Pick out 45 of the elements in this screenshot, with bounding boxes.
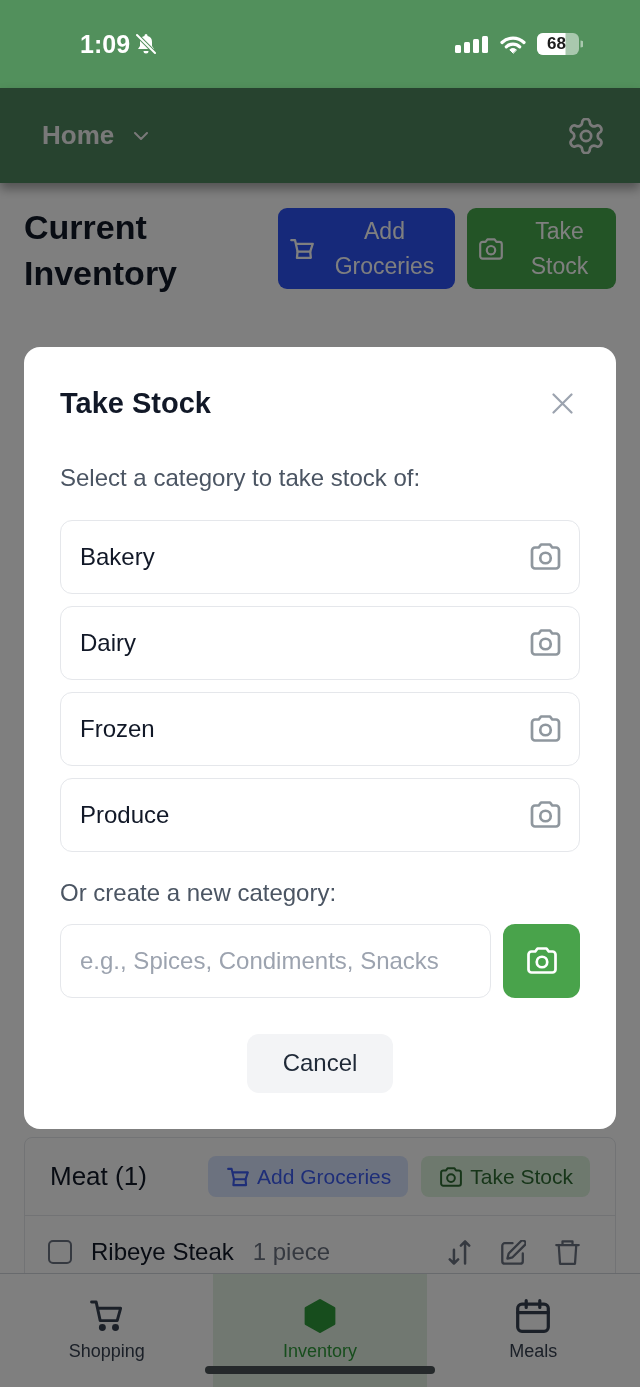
nav-tab[interactable]: Inventory (213, 1274, 427, 1387)
wifi-icon (500, 34, 526, 54)
close-icon[interactable] (552, 393, 573, 414)
category-title: Meat (1) (50, 1161, 147, 1192)
camera-icon (440, 1166, 463, 1187)
camera-icon (530, 801, 561, 828)
edit-icon[interactable] (501, 1240, 526, 1265)
camera-icon (530, 715, 561, 742)
status-time: 1:09 (80, 29, 131, 59)
new-category-input[interactable]: e.g., Spices, Condiments, Snacks (60, 923, 491, 998)
page-title: Current Inventory (24, 207, 179, 294)
add-groceries-button[interactable]: Add Groceries (208, 1156, 409, 1197)
item-quantity: 1 piece (252, 1240, 331, 1264)
camera-button[interactable] (503, 923, 580, 998)
hexagon-icon (303, 1299, 337, 1333)
calendar-icon (516, 1299, 551, 1333)
cart-icon (89, 1299, 124, 1333)
bell-slash-icon (136, 33, 157, 55)
signal-icon (455, 35, 489, 53)
camera-icon (526, 947, 557, 974)
category-option[interactable]: Frozen (60, 691, 580, 766)
battery-icon (537, 33, 583, 55)
chevron-down-icon (134, 131, 149, 140)
take-stock-button[interactable]: Take Stock (467, 208, 616, 289)
sort-icon[interactable] (447, 1240, 472, 1265)
cancel-button[interactable]: Cancel (246, 1033, 394, 1093)
cart-icon (227, 1166, 250, 1187)
camera-icon (530, 629, 561, 656)
item-checkbox[interactable] (48, 1240, 72, 1264)
add-groceries-button[interactable]: Add Groceries (278, 208, 455, 289)
camera-icon (479, 237, 503, 260)
home-dropdown[interactable]: Home (42, 120, 149, 151)
take-stock-button[interactable]: Take Stock (421, 1156, 590, 1197)
settings-icon[interactable] (568, 117, 604, 154)
trash-icon[interactable] (555, 1240, 580, 1265)
cart-icon (290, 237, 314, 260)
category-option[interactable]: Bakery (60, 519, 580, 594)
new-category-label: Or create a new category: (60, 877, 338, 908)
dialog-prompt: Select a category to take stock of: (60, 462, 422, 493)
dialog-title: Take Stock (60, 387, 211, 420)
battery-percentage: 68 (547, 35, 566, 53)
category-option[interactable]: Produce (60, 777, 580, 852)
item-name: Ribeye Steak (91, 1240, 234, 1264)
camera-icon (530, 543, 561, 570)
category-option[interactable]: Dairy (60, 605, 580, 680)
